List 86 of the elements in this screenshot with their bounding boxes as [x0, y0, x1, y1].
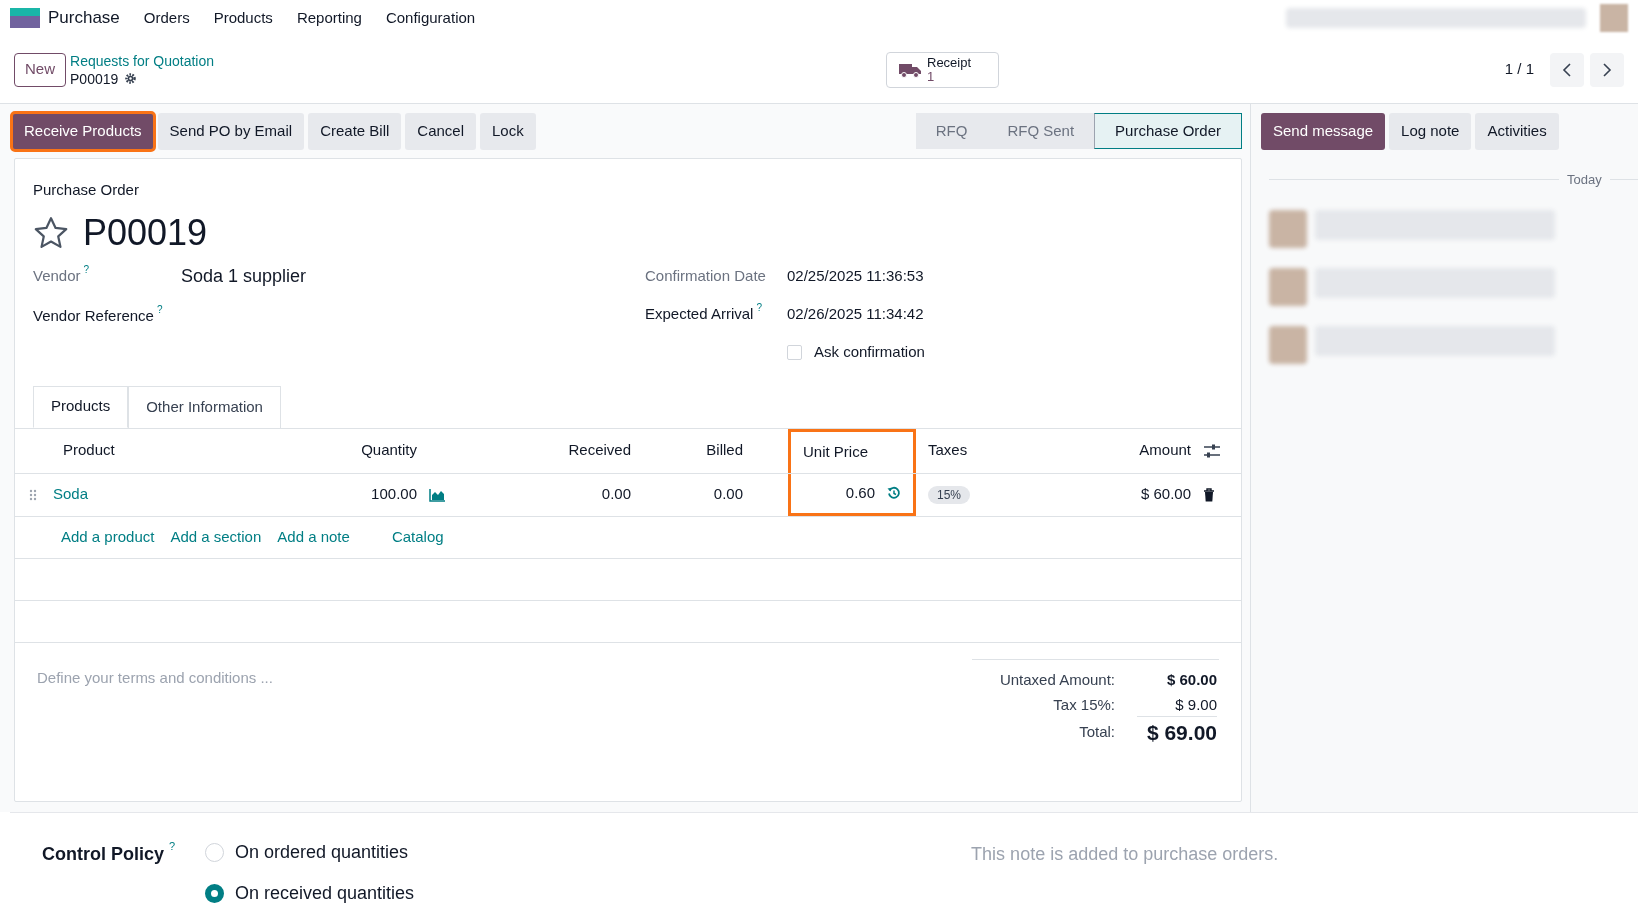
- unit-price-value[interactable]: 0.60: [845, 481, 875, 505]
- total-label: Untaxed Amount:: [999, 669, 1115, 690]
- add-line-link[interactable]: Add a note: [269, 525, 358, 549]
- gear-icon[interactable]: [124, 72, 138, 85]
- column-header[interactable]: Unit Price: [788, 428, 916, 473]
- column-header[interactable]: Received: [485, 428, 643, 473]
- column-header[interactable]: Taxes: [916, 428, 1095, 473]
- column-header[interactable]: Amount: [1095, 428, 1203, 473]
- table-cell-text: 0.00: [712, 484, 744, 505]
- table-cell-text: 0.00: [600, 484, 632, 505]
- total-value: $ 60.00: [1165, 669, 1217, 690]
- total-value: $ 69.00: [1137, 716, 1217, 749]
- field-value[interactable]: 02/26/2025 11:34:42: [787, 303, 924, 326]
- field-label: Confirmation Date: [645, 266, 766, 287]
- total-value: $ 9.00: [1174, 694, 1217, 715]
- record-name: P00019: [70, 69, 119, 88]
- tax-tag: 15%: [928, 485, 971, 504]
- history-icon[interactable]: [887, 486, 901, 500]
- checkbox-label: Ask confirmation: [814, 342, 925, 363]
- menu-item[interactable]: Orders: [143, 6, 190, 30]
- form-type-label: Purchase Order: [33, 180, 140, 200]
- column-header[interactable]: Billed: [643, 428, 755, 473]
- field-value[interactable]: Soda 1 supplier: [181, 263, 307, 290]
- tab[interactable]: Products: [33, 385, 129, 428]
- table-cell-text: $ 60.00: [1139, 484, 1192, 505]
- field-value[interactable]: 02/25/2025 11:36:53: [787, 265, 924, 288]
- sliders-icon[interactable]: [1203, 442, 1221, 459]
- action-button[interactable]: Lock: [480, 112, 536, 150]
- help-mark[interactable]: ?: [169, 841, 176, 852]
- smart-button-count: 1: [927, 69, 935, 84]
- status-stage[interactable]: RFQ Sent: [987, 113, 1095, 149]
- date-separator: Today: [1566, 171, 1603, 189]
- status-stage[interactable]: Purchase Order: [1094, 113, 1242, 149]
- chevron-left-icon: [1562, 61, 1572, 78]
- help-mark[interactable]: ?: [83, 265, 90, 276]
- product-link[interactable]: Soda: [53, 483, 89, 506]
- help-mark[interactable]: ?: [156, 305, 163, 316]
- chevron-right-icon: [1602, 61, 1612, 78]
- column-header[interactable]: Quantity: [315, 428, 429, 473]
- app-logo-icon: [10, 8, 40, 28]
- menu-item[interactable]: Reporting: [296, 6, 362, 30]
- next-button[interactable]: [1590, 52, 1624, 87]
- pager-value: 1 / 1: [1504, 59, 1534, 80]
- field-label: Vendor Reference: [33, 306, 154, 327]
- app-name[interactable]: Purchase: [48, 5, 120, 31]
- column-header[interactable]: Product: [51, 428, 315, 473]
- previous-button[interactable]: [1550, 52, 1584, 87]
- add-line-link[interactable]: Add a section: [162, 525, 270, 549]
- radio-button[interactable]: [205, 884, 224, 903]
- breadcrumb-link[interactable]: Requests for Quotation: [70, 51, 214, 70]
- action-button[interactable]: Cancel: [405, 112, 477, 150]
- tab[interactable]: Other Information: [128, 385, 281, 428]
- new-button[interactable]: New: [14, 52, 66, 87]
- chatter-button[interactable]: Log note: [1389, 112, 1472, 150]
- truck-icon: [899, 61, 921, 78]
- field-label: Vendor: [33, 266, 81, 287]
- menu-item[interactable]: Configuration: [385, 6, 476, 30]
- policy-note: This note is added to purchase orders.: [971, 843, 1279, 866]
- help-mark[interactable]: ?: [756, 303, 762, 314]
- star-icon[interactable]: [33, 215, 69, 250]
- add-line-link[interactable]: Catalog: [383, 525, 452, 549]
- action-button[interactable]: Receive Products: [12, 112, 154, 150]
- drag-handle-icon[interactable]: [29, 488, 37, 501]
- menu-item[interactable]: Products: [213, 6, 273, 30]
- total-label: Total:: [1079, 722, 1115, 743]
- action-button[interactable]: Send PO by Email: [157, 112, 305, 150]
- add-line-link[interactable]: Add a product: [53, 525, 163, 549]
- avatar-placeholder: [1269, 267, 1307, 306]
- radio-label: On ordered quantities: [235, 841, 409, 864]
- chatter-button[interactable]: Activities: [1475, 112, 1559, 150]
- field-label: Expected Arrival: [645, 304, 754, 325]
- status-stage[interactable]: RFQ: [915, 113, 988, 149]
- avatar-placeholder: [1269, 209, 1307, 248]
- radio-label: On received quantities: [235, 882, 415, 905]
- total-label: Tax 15%:: [1053, 694, 1115, 715]
- area-chart-icon[interactable]: [429, 487, 446, 502]
- checkbox[interactable]: [787, 345, 802, 360]
- smart-button-label: Receipt: [927, 55, 972, 70]
- avatar-placeholder: [1269, 325, 1307, 364]
- chatter-button[interactable]: Send message: [1261, 112, 1386, 150]
- action-button[interactable]: Create Bill: [308, 112, 402, 150]
- receipt-smart-button[interactable]: Receipt 1: [886, 51, 999, 88]
- record-title: P00019: [83, 210, 208, 255]
- trash-icon[interactable]: [1203, 487, 1215, 502]
- field-label: Control Policy: [42, 843, 164, 866]
- table-cell-text: 100.00: [370, 484, 418, 505]
